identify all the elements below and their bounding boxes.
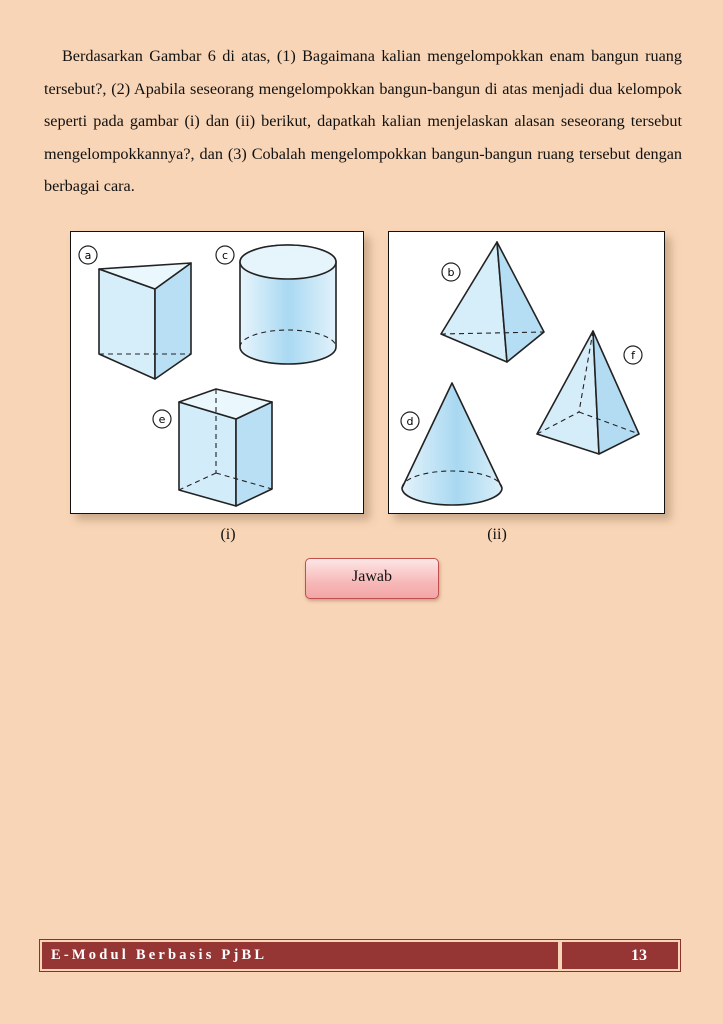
square-pyramid-shape	[536, 330, 640, 455]
question-paragraph: Berdasarkan Gambar 6 di atas, (1) Bagaim…	[44, 47, 682, 195]
label-b-badge: b	[441, 262, 461, 282]
triangular-prism-shape	[98, 262, 192, 380]
label-a-badge: a	[78, 245, 98, 265]
label-a: a	[85, 249, 92, 262]
triangular-pyramid-shape	[440, 241, 545, 363]
label-b: b	[448, 266, 455, 279]
figure-panel-group-i: a c e	[70, 231, 364, 514]
footer-title: E-Modul Berbasis PjBL	[42, 942, 558, 969]
cone-shape	[401, 382, 503, 506]
label-d-badge: d	[400, 411, 420, 431]
jawab-button[interactable]: Jawab	[305, 558, 439, 599]
label-e-badge: e	[152, 409, 172, 429]
label-e: e	[159, 413, 166, 426]
caption-group-ii: (ii)	[487, 526, 507, 543]
label-d: d	[407, 415, 414, 428]
label-c-badge: c	[215, 245, 235, 265]
cylinder-shape	[239, 244, 337, 365]
page-number: 13	[562, 942, 678, 969]
figure-panel-group-ii: b f d	[388, 231, 665, 514]
label-c: c	[222, 249, 228, 262]
caption-group-i: (i)	[220, 526, 236, 543]
rectangular-prism-shape	[178, 388, 273, 507]
label-f-badge: f	[623, 345, 643, 365]
